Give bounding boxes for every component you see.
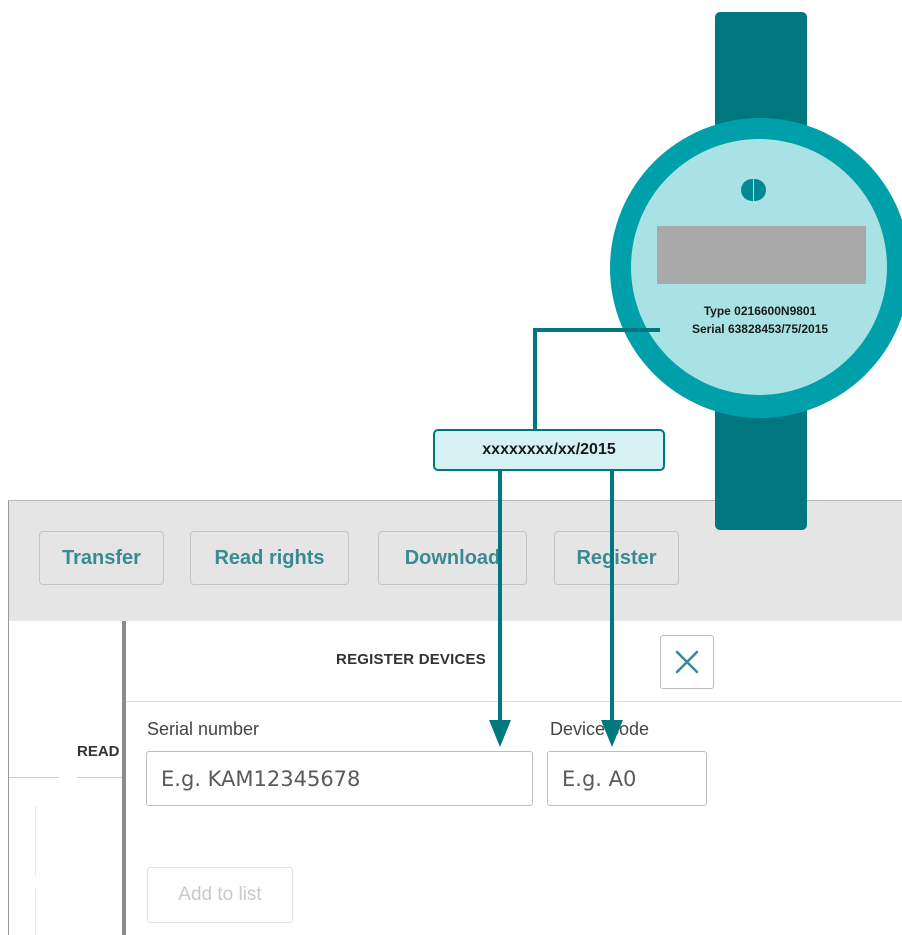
arrowhead-device [601, 720, 623, 747]
serial-format-callout: xxxxxxxx/xx/2015 [433, 429, 665, 471]
serial-connector-line [533, 328, 660, 430]
arrowhead-serial [489, 720, 511, 747]
